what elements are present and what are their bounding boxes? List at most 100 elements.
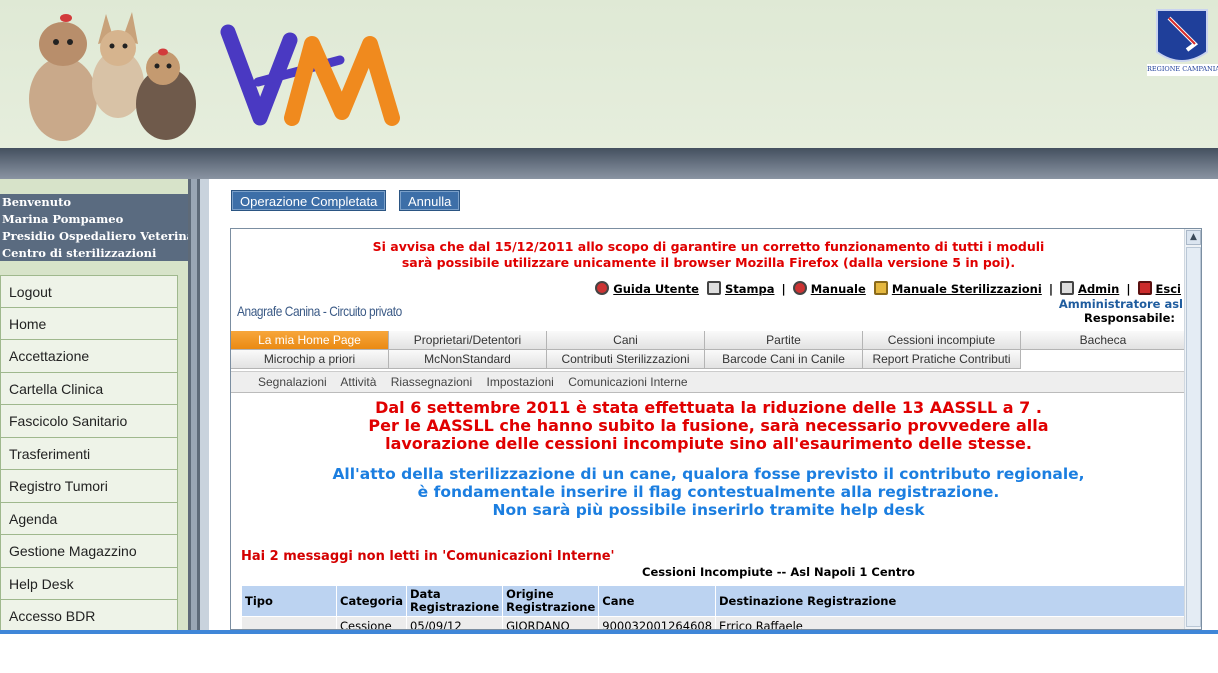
table-row[interactable]: Cessione 05/09/12 GIORDANO 9000320012646… [241,616,1185,629]
help-icon [792,281,807,295]
notice1-line2: Per le AASSLL che hanno subito la fusion… [368,416,1049,435]
manuale-sterilizzazioni-link[interactable]: Manuale Sterilizzazioni [892,282,1042,296]
asl-reduction-notice: Dal 6 settembre 2011 è stata effettuata … [231,399,1186,453]
col-data-registrazione: Data Registrazione [406,585,504,617]
sidebar-item-trasferimenti[interactable]: Trasferimenti [0,437,178,470]
col-data-line2: Registrazione [410,600,500,614]
dogs-image [18,4,203,144]
sidebar-item-accettazione[interactable]: Accettazione [0,340,178,373]
table-header-row: Tipo Categoria Data Registrazione Origine… [241,585,1185,617]
tab-contributi-sterilizzazioni[interactable]: Contributi Sterilizzazioni [547,350,705,369]
user-role: Amministratore asl [1058,297,1183,311]
notice2-line1: All'atto della sterilizzazione di un can… [332,465,1085,483]
scroll-thumb[interactable] [1186,247,1201,627]
admin-link[interactable]: Admin [1078,282,1119,296]
tab-mcnonstandard[interactable]: McNonStandard [389,350,547,369]
notice1-line3: lavorazione delle cessioni incompiute si… [385,434,1032,453]
sidebar-border [188,179,209,631]
tab-partite[interactable]: Partite [705,331,863,350]
sidebar-item-logout[interactable]: Logout [0,275,178,308]
exit-icon [1137,281,1152,295]
annulla-button[interactable]: Annulla [399,190,461,211]
col-tipo: Tipo [241,585,337,617]
welcome-role: Centro di sterilizzazioni [2,246,157,260]
tab-microchip-a-priori[interactable]: Microchip a priori [231,350,389,369]
tab-bacheca[interactable]: Bacheca [1021,331,1186,350]
link-separator: | [1126,282,1131,296]
col-destinazione: Destinazione Registrazione [715,585,1185,617]
tab-report-pratiche-contributi[interactable]: Report Pratiche Contributi [863,350,1021,369]
sidebar-item-gestione-magazzino[interactable]: Gestione Magazzino [0,535,178,568]
browser-warning-line2: sarà possibile utilizzare unicamente il … [401,255,1016,270]
subtab-riassegnazioni[interactable]: Riassegnazioni [391,375,472,389]
guida-utente-link[interactable]: Guida Utente [613,282,699,296]
manuale-link[interactable]: Manuale [811,282,866,296]
tab-barcode-cani-canile[interactable]: Barcode Cani in Canile [705,350,863,369]
tab-proprietari[interactable]: Proprietari/Detentori [389,331,547,350]
sidebar-menu: Logout Home Accettazione Cartella Clinic… [0,275,178,633]
notice2-line3: Non sarà più possibile inserirlo tramite… [492,501,925,519]
table-caption: Cessioni Incompiute -- Asl Napoli 1 Cent… [642,565,915,579]
sub-tabs: Segnalazioni Attività Riassegnazioni Imp… [231,371,1186,393]
admin-icon [1060,281,1075,295]
notice1-line1: Dal 6 settembre 2011 è stata effettuata … [375,398,1042,417]
sidebar-item-home[interactable]: Home [0,307,178,340]
cell-categoria: Cessione [335,616,408,629]
welcome-structure: Presidio Ospedaliero Veterinario [2,229,188,243]
cessioni-table: Tipo Categoria Data Registrazione Origine… [241,585,1185,629]
subtab-comunicazioni-interne[interactable]: Comunicazioni Interne [568,375,687,389]
tab-row-1: La mia Home Page Proprietari/Detentori C… [231,331,1186,350]
sidebar-item-help-desk[interactable]: Help Desk [0,567,178,600]
operazione-completata-button[interactable]: Operazione Completata [231,190,387,211]
link-separator: | [1048,282,1054,296]
main-tabs: La mia Home Page Proprietari/Detentori C… [231,331,1186,369]
welcome-user: Marina Pompameo [2,212,124,226]
browser-warning-line1: Si avvisa che dal 15/12/2011 allo scopo … [372,239,1045,254]
content-frame: Si avvisa che dal 15/12/2011 allo scopo … [230,228,1202,630]
tab-row-2: Microchip a priori McNonStandard Contrib… [231,350,1186,369]
subtab-segnalazioni[interactable]: Segnalazioni [258,375,327,389]
esci-link[interactable]: Esci [1156,282,1181,296]
vertical-scrollbar[interactable]: ▲ [1184,229,1201,629]
sidebar-item-agenda[interactable]: Agenda [0,502,178,535]
sterilization-notice: All'atto della sterilizzazione di un can… [231,465,1186,519]
browser-warning: Si avvisa che dal 15/12/2011 allo scopo … [231,239,1186,271]
cell-origine: GIORDANO [502,616,600,629]
print-icon [706,281,721,295]
cell-tipo [241,616,337,629]
link-separator: | [781,282,786,296]
unread-messages-link[interactable]: Hai 2 messaggi non letti in 'Comunicazio… [241,549,615,564]
welcome-box: Benvenuto Marina Pompameo Presidio Osped… [0,194,188,261]
region-logo-text: REGIONE CAMPANIA [1147,65,1218,73]
top-links: Guida Utente Stampa | Manuale Manuale St… [595,281,1181,296]
subtab-impostazioni[interactable]: Impostazioni [486,375,553,389]
col-origine-line2: Registrazione [506,600,596,614]
bottom-bar [0,630,1218,634]
pen-icon [873,281,888,295]
sidebar-item-fascicolo-sanitario[interactable]: Fascicolo Sanitario [0,405,178,438]
sidebar-item-cartella-clinica[interactable]: Cartella Clinica [0,372,178,405]
vam-logo [220,20,410,138]
responsabile-label: Responsabile: [1084,311,1175,325]
cell-destinazione: Errico Raffaele [715,616,1185,629]
anagrafe-logo: Anagrafe Canina - Circuito privato [237,303,402,319]
col-categoria: Categoria [335,585,408,617]
subtab-attivita[interactable]: Attività [340,375,376,389]
notice2-line2: è fondamentale inserire il flag contestu… [417,483,1000,501]
col-cane: Cane [598,585,717,617]
tab-cani[interactable]: Cani [547,331,705,350]
cell-data: 05/09/12 [406,616,504,629]
welcome-greeting: Benvenuto [2,195,72,209]
page-header: REGIONE CAMPANIA [0,0,1218,148]
scroll-up-icon[interactable]: ▲ [1186,230,1201,245]
col-origine-registrazione: Origine Registrazione [502,585,600,617]
sidebar-item-accesso-bdr[interactable]: Accesso BDR [0,600,178,633]
help-icon [595,281,610,295]
stampa-link[interactable]: Stampa [725,282,775,296]
tab-home-page[interactable]: La mia Home Page [231,331,389,350]
sidebar-item-registro-tumori[interactable]: Registro Tumori [0,470,178,503]
cell-cane: 900032001264608 [598,616,717,629]
regione-campania-logo: REGIONE CAMPANIA [1147,8,1218,78]
tab-cessioni-incompiute[interactable]: Cessioni incompiute [863,331,1021,350]
header-band [0,148,1218,179]
